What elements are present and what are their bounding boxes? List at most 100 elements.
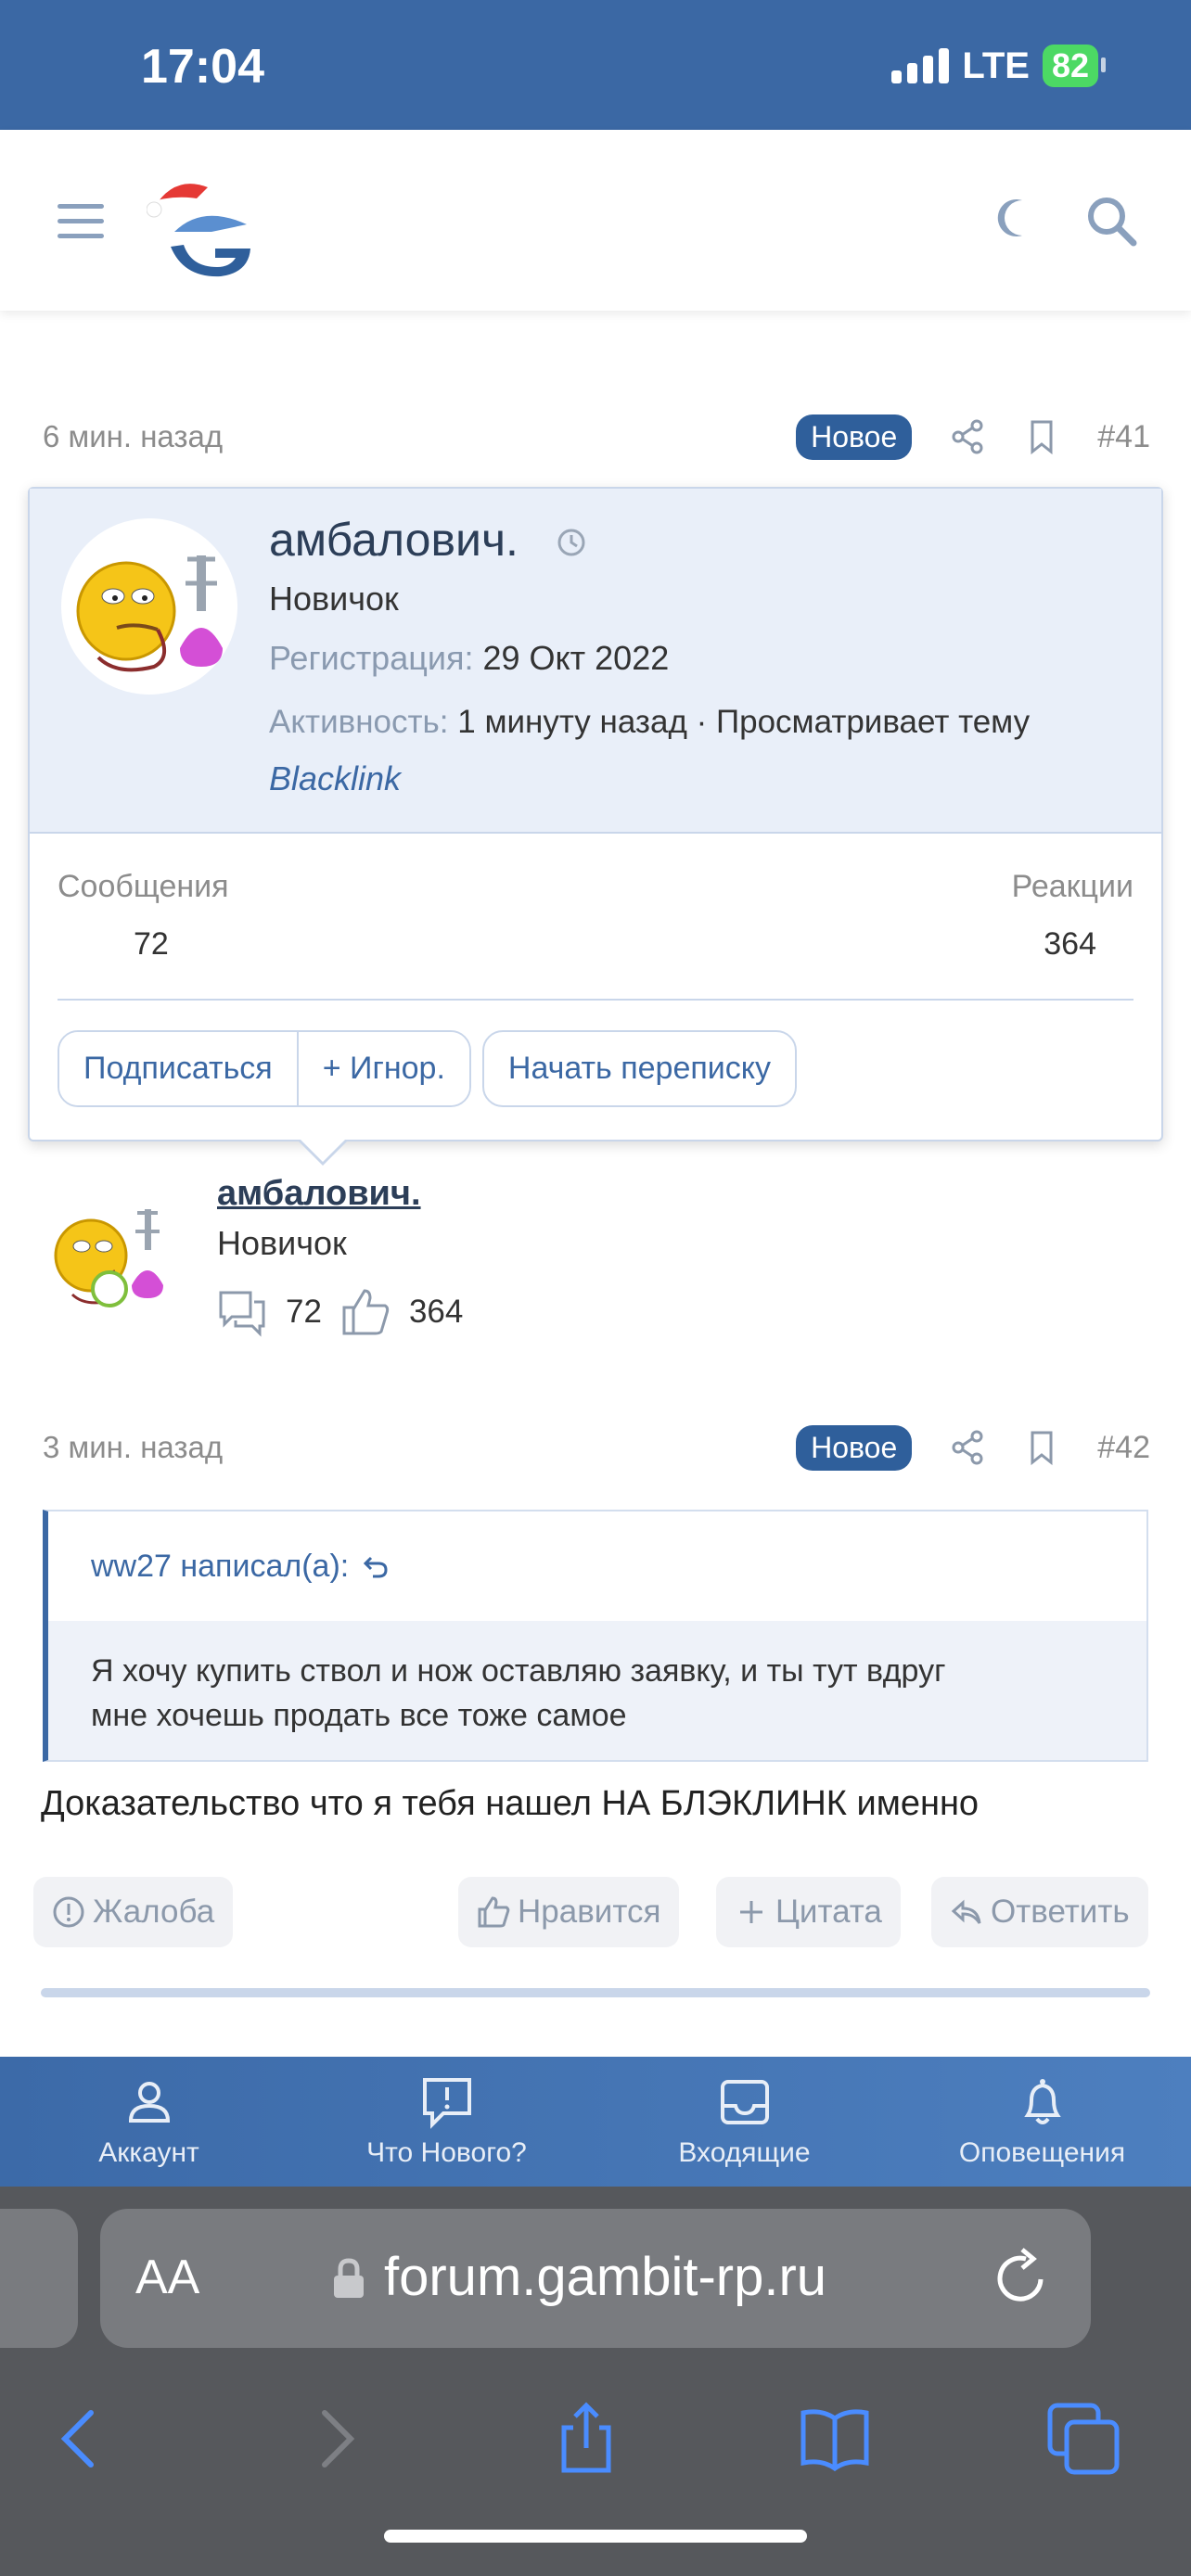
bell-icon xyxy=(1023,2079,1061,2124)
back-icon[interactable] xyxy=(41,2400,119,2478)
messages-count[interactable]: 72 xyxy=(134,926,169,963)
reactions-label: Реакции xyxy=(1011,869,1133,904)
online-status-icon xyxy=(91,1270,128,1307)
post-actions: Жалоба Нравится Цитата Ответить xyxy=(33,1877,1158,1947)
inbox-icon xyxy=(720,2080,769,2124)
share-icon[interactable] xyxy=(949,1429,986,1466)
start-conversation-button[interactable]: Начать переписку xyxy=(481,1030,798,1107)
nav-whats-new[interactable]: Что Нового? xyxy=(298,2057,596,2187)
quote-button[interactable]: Цитата xyxy=(716,1877,901,1947)
reply-icon xyxy=(951,1899,981,1924)
post-author-name[interactable]: амбалович. xyxy=(217,1174,421,1214)
battery-icon: 82 xyxy=(1042,45,1107,87)
quote-line: Я хочу купить ствол и нож оставляю заявк… xyxy=(91,1653,946,1689)
follow-button[interactable]: Подписаться xyxy=(59,1032,297,1105)
browser-chrome: AA forum.gambit-rp.ru xyxy=(0,2187,1191,2576)
tooltip-actions: Подписаться + Игнор. Начать переписку xyxy=(58,1030,798,1107)
post-time[interactable]: 3 мин. назад xyxy=(43,1430,223,1465)
nav-account[interactable]: Аккаунт xyxy=(0,2057,298,2187)
messages-count: 72 xyxy=(286,1294,322,1330)
network-label: LTE xyxy=(962,45,1030,86)
nav-label: Что Нового? xyxy=(366,2137,527,2168)
quote-body: Я хочу купить ствол и нож оставляю заявк… xyxy=(48,1621,1146,1760)
ignore-button[interactable]: + Игнор. xyxy=(296,1032,469,1105)
report-label: Жалоба xyxy=(93,1894,215,1930)
nav-label: Аккаунт xyxy=(98,2137,199,2168)
messages-icon xyxy=(219,1291,265,1337)
new-badge: Новое xyxy=(796,414,913,460)
post-message: Доказательство что я тебя нашел НА БЛЭКЛ… xyxy=(41,1784,980,1823)
nav-label: Оповещения xyxy=(958,2137,1126,2168)
like-icon xyxy=(478,1896,510,1928)
whats-new-icon xyxy=(422,2078,471,2129)
registration-label: Регистрация: xyxy=(269,639,474,677)
bookmark-icon[interactable] xyxy=(1023,418,1060,455)
history-icon xyxy=(557,529,585,556)
quote-header[interactable]: ww27 написал(а): xyxy=(48,1511,1146,1621)
follow-ignore-group: Подписаться + Игнор. xyxy=(58,1030,471,1107)
post-number[interactable]: #42 xyxy=(1097,1430,1150,1466)
tabs-icon[interactable] xyxy=(1044,2400,1122,2478)
reactions-count: 364 xyxy=(408,1294,464,1330)
nav-alerts[interactable]: Оповещения xyxy=(893,2057,1191,2187)
plus-icon xyxy=(740,1901,762,1923)
share-icon[interactable] xyxy=(949,418,986,455)
jump-to-quote-icon[interactable] xyxy=(362,1552,390,1580)
like-icon xyxy=(342,1289,390,1335)
site-header xyxy=(0,130,1191,311)
account-icon xyxy=(128,2082,170,2123)
activity-row: Активность: 1 минуту назад · Просматрива… xyxy=(269,704,1030,741)
activity-label: Активность: xyxy=(269,704,449,740)
avatar[interactable] xyxy=(61,518,237,695)
activity-thread-link[interactable]: Blacklink xyxy=(269,759,401,798)
reply-label: Ответить xyxy=(991,1894,1130,1930)
quote-author[interactable]: ww27 написал(а): xyxy=(91,1549,349,1585)
post-time[interactable]: 6 мин. назад xyxy=(43,419,223,454)
tooltip-rank: Новичок xyxy=(269,580,399,618)
nav-inbox[interactable]: Входящие xyxy=(596,2057,893,2187)
post-meta-42: 3 мин. назад Новое #42 xyxy=(43,1424,1156,1471)
battery-level: 82 xyxy=(1051,46,1089,84)
home-indicator xyxy=(384,2530,807,2543)
bookmark-icon[interactable] xyxy=(1023,1429,1060,1466)
messages-label: Сообщения xyxy=(58,869,229,904)
reply-button[interactable]: Ответить xyxy=(931,1877,1148,1947)
report-icon xyxy=(53,1896,84,1928)
post-meta-41: 6 мин. назад Новое #41 xyxy=(43,414,1156,460)
post-number[interactable]: #41 xyxy=(1097,419,1150,455)
address-bar[interactable]: AA forum.gambit-rp.ru xyxy=(100,2209,1091,2348)
search-icon[interactable] xyxy=(1085,195,1137,247)
registration-row: Регистрация: 29 Окт 2022 xyxy=(269,639,669,678)
status-bar: 17:04 LTE 82 xyxy=(0,0,1191,130)
moon-icon[interactable] xyxy=(994,197,1037,239)
forward-icon[interactable] xyxy=(297,2400,375,2478)
quote-block: ww27 написал(а): Я хочу купить ствол и н… xyxy=(43,1510,1148,1762)
registration-value: 29 Окт 2022 xyxy=(482,639,670,677)
tooltip-arrow xyxy=(297,1138,349,1166)
post-author-stats: 72 364 xyxy=(217,1287,463,1337)
post-author-rank: Новичок xyxy=(217,1224,347,1262)
status-time: 17:04 xyxy=(141,40,264,94)
tooltip-username[interactable]: амбалович. xyxy=(269,513,519,567)
new-badge: Новое xyxy=(796,1424,913,1471)
hamburger-icon[interactable] xyxy=(58,204,104,241)
reload-icon[interactable] xyxy=(989,2246,1054,2311)
reader-button[interactable]: AA xyxy=(135,2250,199,2305)
report-button[interactable]: Жалоба xyxy=(33,1877,234,1947)
share-icon[interactable] xyxy=(547,2400,625,2478)
activity-value: 1 минуту назад · Просматривает тему xyxy=(457,704,1031,740)
bottom-nav: Аккаунт Что Нового? Входящие Оповещения xyxy=(0,2057,1191,2187)
previous-tab[interactable] xyxy=(0,2209,78,2348)
signal-icon xyxy=(891,48,950,83)
url-text[interactable]: forum.gambit-rp.ru xyxy=(384,2246,826,2308)
post-author: амбалович. Новичок 72 364 xyxy=(37,1150,1150,1354)
member-tooltip: амбалович. Новичок Регистрация: 29 Окт 2… xyxy=(28,487,1163,1141)
bookmarks-icon[interactable] xyxy=(796,2400,874,2478)
nav-label: Входящие xyxy=(678,2137,811,2168)
quote-line: мне хочешь продать все тоже самое xyxy=(91,1698,627,1733)
divider xyxy=(58,999,1133,1001)
gambit-logo[interactable] xyxy=(147,167,258,287)
browser-toolbar xyxy=(0,2372,1191,2493)
like-button[interactable]: Нравится xyxy=(458,1877,680,1947)
status-indicators: LTE 82 xyxy=(891,45,1107,87)
